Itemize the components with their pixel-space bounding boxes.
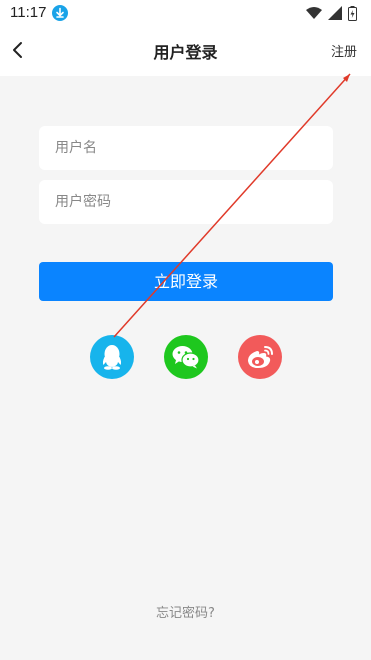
signal-icon [328, 6, 342, 20]
annotation-arrow [113, 73, 351, 338]
username-input[interactable] [39, 126, 333, 170]
page-title: 用户登录 [153, 43, 218, 62]
password-input[interactable] [39, 180, 333, 224]
forgot-password-link[interactable]: 忘记密码? [0, 602, 371, 621]
login-button[interactable]: 立即登录 [39, 262, 333, 301]
status-indicators [306, 4, 357, 22]
battery-icon [348, 5, 357, 21]
qq-login-button[interactable] [90, 335, 134, 379]
weibo-login-button[interactable] [238, 335, 282, 379]
status-time: 11:17 [10, 4, 47, 21]
qq-icon [102, 345, 122, 370]
weibo-icon [248, 346, 273, 368]
status-bar: 11:17 [0, 0, 371, 26]
register-link[interactable]: 注册 [331, 41, 357, 60]
download-icon [52, 5, 68, 21]
wechat-icon [172, 346, 200, 369]
header-bar: 用户登录 注册 [0, 26, 371, 76]
wifi-icon [306, 7, 322, 19]
wechat-login-button[interactable] [164, 335, 208, 379]
